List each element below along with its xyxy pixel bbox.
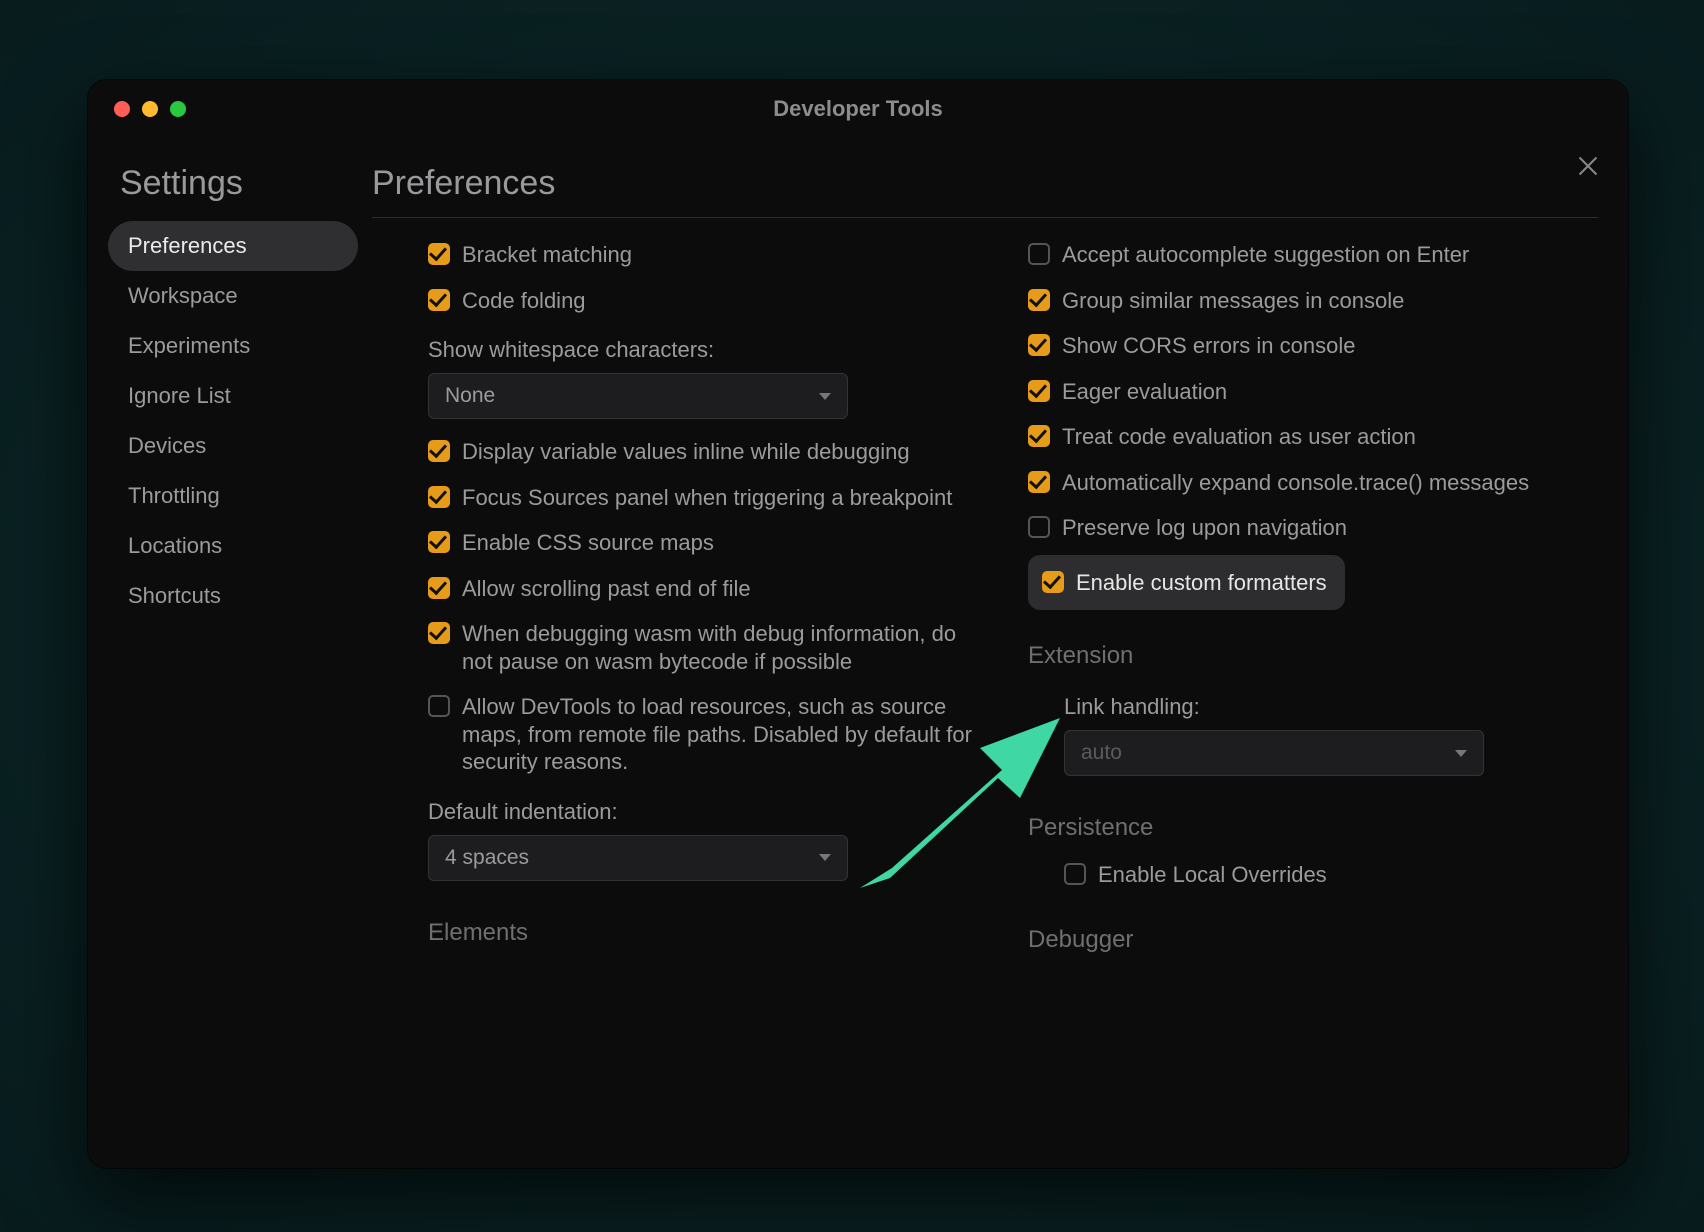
checkbox-trace[interactable] <box>1028 471 1050 493</box>
setting-label-folding: Code folding <box>462 287 586 315</box>
link-handling-select[interactable]: auto <box>1064 730 1484 776</box>
whitespace-select[interactable]: None <box>428 373 848 419</box>
traffic-close-icon[interactable] <box>114 101 130 117</box>
checkbox-bracket[interactable] <box>428 243 450 265</box>
checkbox-cors[interactable] <box>1028 334 1050 356</box>
setting-label-enter: Accept autocomplete suggestion on Enter <box>1062 241 1469 269</box>
sidebar-item-workspace[interactable]: Workspace <box>108 271 358 321</box>
setting-label-focus: Focus Sources panel when triggering a br… <box>462 484 952 512</box>
settings-sidebar: Settings PreferencesWorkspaceExperiments… <box>88 138 368 1168</box>
setting-label-useract: Treat code evaluation as user action <box>1062 423 1416 451</box>
setting-trace: Automatically expand console.trace() mes… <box>1028 460 1598 506</box>
setting-label-cssmap: Enable CSS source maps <box>462 529 714 557</box>
setting-cssmap: Enable CSS source maps <box>428 520 998 566</box>
sidebar-item-shortcuts[interactable]: Shortcuts <box>108 571 358 621</box>
setting-localov: Enable Local Overrides <box>1064 852 1598 898</box>
setting-scrollpast: Allow scrolling past end of file <box>428 566 998 612</box>
setting-label-localov: Enable Local Overrides <box>1098 861 1327 889</box>
preferences-right-column: Accept autocomplete suggestion on Enter G… <box>1028 222 1598 1168</box>
setting-label-scrollpast: Allow scrolling past end of file <box>462 575 751 603</box>
debugger-heading: Debugger <box>1028 898 1598 964</box>
indent-value: 4 spaces <box>445 846 529 870</box>
content-title: Preferences <box>372 164 1598 218</box>
preferences-panel: Preferences Bracket matching Code folding… <box>368 138 1628 1168</box>
sidebar-item-experiments[interactable]: Experiments <box>108 321 358 371</box>
setting-remote: Allow DevTools to load resources, such a… <box>428 684 998 785</box>
checkbox-inline[interactable] <box>428 440 450 462</box>
sidebar-item-locations[interactable]: Locations <box>108 521 358 571</box>
window-title: Developer Tools <box>88 96 1628 122</box>
sidebar-item-preferences[interactable]: Preferences <box>108 221 358 271</box>
devtools-window: Developer Tools Settings PreferencesWork… <box>88 80 1628 1168</box>
checkbox-preserve[interactable] <box>1028 516 1050 538</box>
checkbox-localov[interactable] <box>1064 863 1086 885</box>
elements-heading: Elements <box>428 891 998 957</box>
setting-wasm: When debugging wasm with debug informati… <box>428 611 998 684</box>
traffic-zoom-icon[interactable] <box>170 101 186 117</box>
sidebar-item-ignore-list[interactable]: Ignore List <box>108 371 358 421</box>
link-handling-label: Link handling: <box>1064 680 1598 730</box>
preferences-left-column: Bracket matching Code folding Show whites… <box>372 222 998 1168</box>
indent-select[interactable]: 4 spaces <box>428 835 848 881</box>
window-title-bar: Developer Tools <box>88 80 1628 138</box>
sidebar-item-throttling[interactable]: Throttling <box>108 471 358 521</box>
sidebar-item-devices[interactable]: Devices <box>108 421 358 471</box>
setting-label-wasm: When debugging wasm with debug informati… <box>462 620 982 675</box>
setting-preserve: Preserve log upon navigation <box>1028 505 1598 551</box>
checkbox-useract[interactable] <box>1028 425 1050 447</box>
checkbox-focus[interactable] <box>428 486 450 508</box>
chevron-down-icon <box>819 393 831 400</box>
setting-custfmt: Enable custom formatters <box>1028 555 1345 611</box>
indent-label: Default indentation: <box>428 785 998 835</box>
extension-heading: Extension <box>1028 614 1598 680</box>
checkbox-folding[interactable] <box>428 289 450 311</box>
whitespace-value: None <box>445 384 495 408</box>
setting-folding: Code folding <box>428 278 998 324</box>
checkbox-group[interactable] <box>1028 289 1050 311</box>
checkbox-eager[interactable] <box>1028 380 1050 402</box>
setting-label-cors: Show CORS errors in console <box>1062 332 1355 360</box>
setting-group: Group similar messages in console <box>1028 278 1598 324</box>
checkbox-cssmap[interactable] <box>428 531 450 553</box>
traffic-minimize-icon[interactable] <box>142 101 158 117</box>
setting-cors: Show CORS errors in console <box>1028 323 1598 369</box>
traffic-lights <box>88 101 186 117</box>
chevron-down-icon <box>1455 750 1467 757</box>
link-handling-value: auto <box>1081 741 1122 765</box>
setting-eager: Eager evaluation <box>1028 369 1598 415</box>
setting-label-bracket: Bracket matching <box>462 241 632 269</box>
checkbox-remote[interactable] <box>428 695 450 717</box>
close-icon[interactable] <box>1576 154 1600 178</box>
checkbox-custfmt[interactable] <box>1042 571 1064 593</box>
setting-label-custfmt: Enable custom formatters <box>1076 569 1327 597</box>
setting-label-preserve: Preserve log upon navigation <box>1062 514 1347 542</box>
setting-label-eager: Eager evaluation <box>1062 378 1227 406</box>
checkbox-enter[interactable] <box>1028 243 1050 265</box>
setting-label-group: Group similar messages in console <box>1062 287 1404 315</box>
setting-label-inline: Display variable values inline while deb… <box>462 438 910 466</box>
sidebar-title: Settings <box>108 164 358 221</box>
setting-useract: Treat code evaluation as user action <box>1028 414 1598 460</box>
setting-inline: Display variable values inline while deb… <box>428 429 998 475</box>
setting-focus: Focus Sources panel when triggering a br… <box>428 475 998 521</box>
checkbox-wasm[interactable] <box>428 622 450 644</box>
preferences-columns: Bracket matching Code folding Show whites… <box>372 222 1598 1168</box>
whitespace-label: Show whitespace characters: <box>428 323 998 373</box>
chevron-down-icon <box>819 854 831 861</box>
persistence-heading: Persistence <box>1028 786 1598 852</box>
setting-enter: Accept autocomplete suggestion on Enter <box>1028 232 1598 278</box>
setting-label-trace: Automatically expand console.trace() mes… <box>1062 469 1529 497</box>
setting-label-remote: Allow DevTools to load resources, such a… <box>462 693 982 776</box>
setting-bracket: Bracket matching <box>428 232 998 278</box>
checkbox-scrollpast[interactable] <box>428 577 450 599</box>
window-body: Settings PreferencesWorkspaceExperiments… <box>88 138 1628 1168</box>
